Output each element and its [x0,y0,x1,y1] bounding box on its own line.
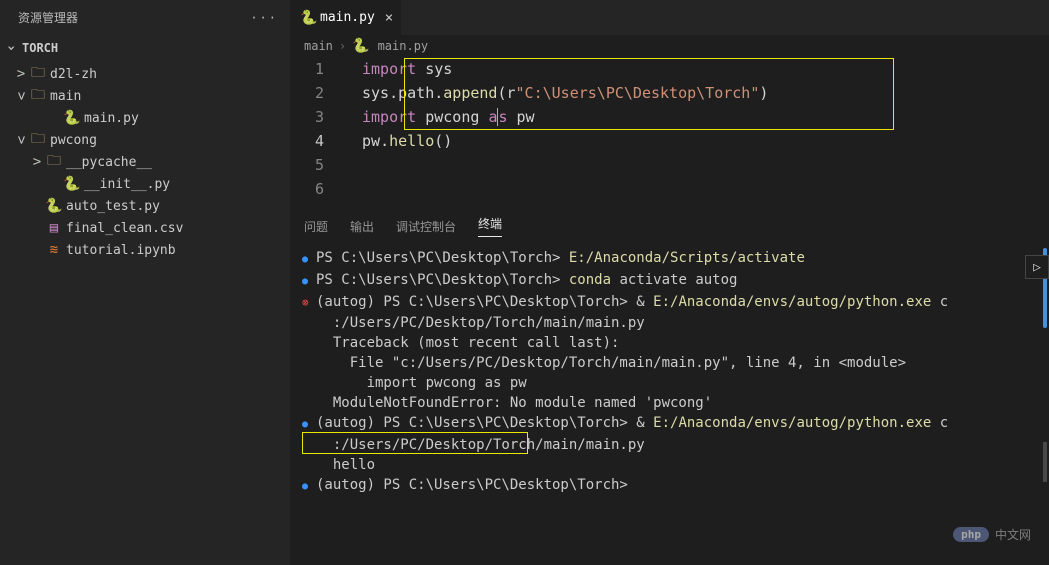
breadcrumb-part[interactable]: main [304,39,333,53]
tree-item[interactable]: 🐍main.py [0,107,290,129]
tree-item[interactable]: 🐍__init__.py [0,173,290,195]
php-badge: php [953,527,989,542]
status-dot-icon [302,270,316,292]
tree-item-label: __init__.py [84,177,170,192]
folder-icon: 🗀 [28,128,48,152]
tree-item[interactable]: >🗀main [0,85,290,107]
tab-main-py[interactable]: 🐍 main.py × [290,0,402,35]
code-line[interactable]: pw.hello() [340,129,1049,153]
terminal-panel[interactable]: PS C:\Users\PC\Desktop\Torch> E:/Anacond… [290,242,1049,565]
terminal-line: (autog) PS C:\Users\PC\Desktop\Torch> & … [302,413,1049,435]
folder-icon: 🗀 [44,150,64,174]
panel-tab[interactable]: 问题 [304,218,328,235]
line-number: 6 [290,177,324,201]
csv-icon: ▤ [44,220,64,236]
panel-tab[interactable]: 调试控制台 [396,218,456,235]
chevron-icon: > [14,66,28,82]
terminal-line: PS C:\Users\PC\Desktop\Torch> E:/Anacond… [302,248,1049,270]
line-number: 1 [290,57,324,81]
code-line[interactable]: import sys [340,57,1049,81]
terminal-line: :/Users/PC/Desktop/Torch/main/main.py [302,435,1049,455]
panel-tab[interactable]: 终端 [478,215,502,237]
python-file-icon: 🐍 [352,38,369,54]
line-number: 4 [290,129,324,153]
folder-icon: 🗀 [28,62,48,86]
python-file-icon: 🐍 [300,10,318,26]
more-icon[interactable]: ··· [250,11,278,25]
project-name: TORCH [22,41,58,55]
file-tree: >🗀d2l-zh>🗀main🐍main.py>🗀pwcong>🗀__pycach… [0,61,290,261]
status-dot-icon [302,435,316,455]
terminal-line: (autog) PS C:\Users\PC\Desktop\Torch> [302,475,1049,497]
py-icon: 🐍 [44,198,64,214]
tree-item-label: d2l-zh [50,67,97,82]
terminal-line: PS C:\Users\PC\Desktop\Torch> conda acti… [302,270,1049,292]
tree-item-label: final_clean.csv [66,221,183,236]
terminal-line: import pwcong as pw [302,373,1049,393]
tree-item[interactable]: >🗀pwcong [0,129,290,151]
explorer-title: 资源管理器 [18,9,78,26]
line-number: 2 [290,81,324,105]
tab-label: main.py [320,10,375,25]
status-dot-icon [302,393,316,413]
line-number: 3 [290,105,324,129]
breadcrumb-part[interactable]: main.py [378,39,429,53]
watermark-text: 中文网 [995,526,1031,543]
tree-item[interactable]: ≋tutorial.ipynb [0,239,290,261]
line-number: 5 [290,153,324,177]
nb-icon: ≋ [44,242,64,258]
status-dot-icon [302,455,316,475]
chevron-icon: > [13,89,29,103]
tree-item[interactable]: ▤final_clean.csv [0,217,290,239]
breadcrumb[interactable]: main › 🐍 main.py [290,35,1049,57]
status-dot-icon [302,292,316,313]
status-dot-icon [302,248,316,270]
tab-bar: 🐍 main.py × [290,0,1049,35]
status-dot-icon [302,475,316,497]
tree-item[interactable]: >🗀__pycache__ [0,151,290,173]
chevron-icon: > [30,154,44,170]
close-icon[interactable]: × [385,10,393,26]
status-dot-icon [302,413,316,435]
tree-item-label: __pycache__ [66,155,152,170]
scroll-indicator [1043,442,1047,482]
code-editor[interactable]: 123456 import syssys.path.append(r"C:\Us… [290,57,1049,209]
panel-tab[interactable]: 输出 [350,218,374,235]
explorer-sidebar: 资源管理器 ··· › TORCH >🗀d2l-zh>🗀main🐍main.py… [0,0,290,565]
tree-item-label: auto_test.py [66,199,160,214]
explorer-header: 资源管理器 ··· [0,0,290,35]
tree-item[interactable]: 🐍auto_test.py [0,195,290,217]
panel-tab-bar: 问题 输出 调试控制台 终端 [290,209,1049,242]
tree-item-label: main.py [84,111,139,126]
chevron-down-icon: › [3,41,19,55]
py-icon: 🐍 [62,110,82,126]
code-line[interactable]: import pwcong as pw [340,105,1049,129]
line-number-gutter: 123456 [290,57,340,209]
status-dot-icon [302,333,316,353]
folder-icon: 🗀 [28,84,48,108]
split-terminal-icon[interactable]: ▷ [1025,255,1049,279]
status-dot-icon [302,373,316,393]
tree-item[interactable]: >🗀d2l-zh [0,63,290,85]
tree-item-label: tutorial.ipynb [66,243,176,258]
terminal-line: hello [302,455,1049,475]
chevron-right-icon: › [339,39,346,53]
py-icon: 🐍 [62,176,82,192]
terminal-line: ModuleNotFoundError: No module named 'pw… [302,393,1049,413]
terminal-line: File "c:/Users/PC/Desktop/Torch/main/mai… [302,353,1049,373]
tree-item-label: pwcong [50,133,97,148]
terminal-line: :/Users/PC/Desktop/Torch/main/main.py [302,313,1049,333]
terminal-line: (autog) PS C:\Users\PC\Desktop\Torch> & … [302,292,1049,313]
status-dot-icon [302,313,316,333]
editor-area: 🐍 main.py × main › 🐍 main.py 123456 impo… [290,0,1049,565]
project-header[interactable]: › TORCH [0,35,290,61]
terminal-line: Traceback (most recent call last): [302,333,1049,353]
tree-item-label: main [50,89,81,104]
watermark: php 中文网 [953,526,1031,543]
code-line[interactable]: sys.path.append(r"C:\Users\PC\Desktop\To… [340,81,1049,105]
code-content[interactable]: import syssys.path.append(r"C:\Users\PC\… [340,57,1049,209]
chevron-icon: > [13,133,29,147]
status-dot-icon [302,353,316,373]
